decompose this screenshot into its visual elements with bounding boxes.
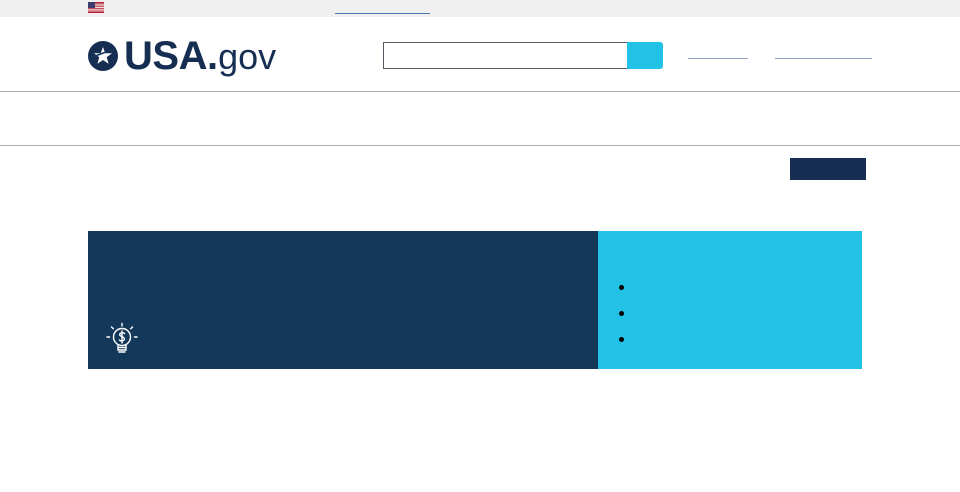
star-circle-icon [88,41,118,71]
hero-links-panel [598,231,862,369]
lightbulb-dollar-icon [106,322,138,353]
list-item[interactable] [619,281,633,307]
logo-wordmark: USA.gov [124,36,276,76]
main-navigation [0,93,960,146]
list-item[interactable] [619,307,633,333]
logo-usa-text: USA [124,34,207,78]
search-button[interactable] [627,42,663,69]
usagov-logo[interactable]: USA.gov [88,36,276,76]
hero-panel [88,231,598,369]
hero-link-list [619,281,633,359]
action-button[interactable] [790,158,866,180]
logo-dot-text: . [206,34,219,78]
nav-link-1[interactable] [688,47,748,59]
list-item[interactable] [619,333,633,359]
nav-link-2[interactable] [775,47,872,59]
logo-gov-text: gov [218,36,277,77]
site-header: USA.gov [0,17,960,92]
search-input[interactable] [383,42,628,69]
us-flag-icon [88,2,104,13]
government-banner [0,0,960,17]
banner-expand-link[interactable] [335,0,430,14]
